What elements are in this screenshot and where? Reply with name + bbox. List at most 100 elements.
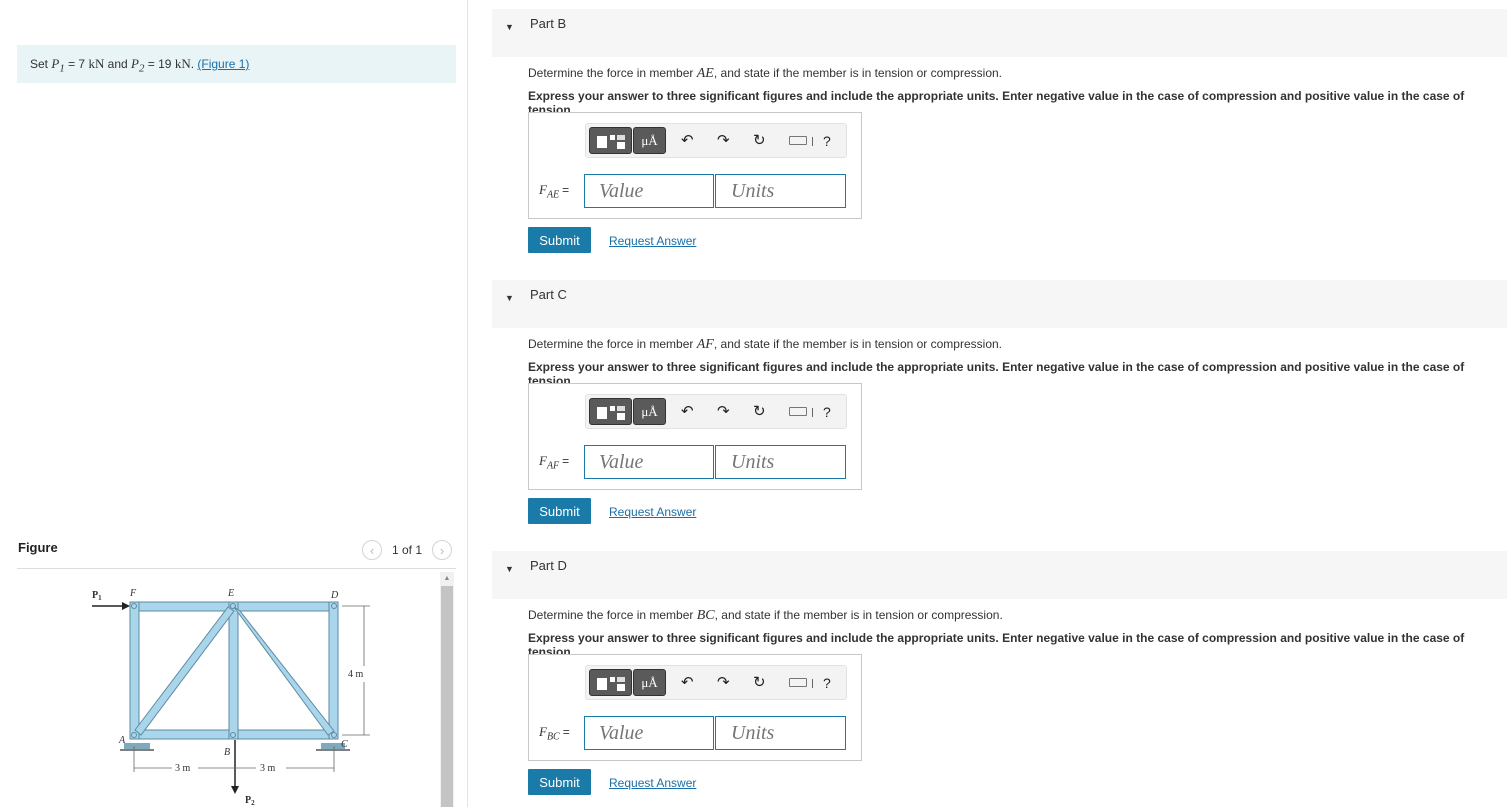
figure-pager: ‹ 1 of 1 › — [362, 540, 453, 560]
undo-icon[interactable]: ↶ — [681, 674, 694, 692]
math-toolbar: μÅ ↶ ↷ ↻ ? — [585, 665, 847, 700]
answer-variable-label: FBC = — [539, 724, 570, 743]
units-icon[interactable]: μÅ — [633, 669, 666, 696]
part-b-title: Part B — [530, 16, 567, 31]
figure-divider — [17, 568, 456, 569]
math-toolbar: μÅ ↶ ↷ ↻ ? — [585, 123, 847, 158]
truss-figure: P1 F E D A B C 3 m 3 m 4 m P2 — [92, 588, 370, 807]
caret-down-icon: ▼ — [505, 22, 514, 32]
figure-scrollbar-thumb[interactable] — [441, 586, 453, 807]
problem-statement: Set P1 = 7 kN and P2 = 19 kN. (Figure 1) — [17, 45, 456, 83]
templates-icon[interactable] — [589, 669, 632, 696]
label-p1: P1 — [92, 590, 102, 602]
keyboard-icon[interactable] — [789, 136, 807, 145]
part-d-title: Part D — [530, 558, 567, 573]
part-c-submit-button[interactable]: Submit — [528, 498, 591, 524]
member-name: AE — [696, 66, 714, 81]
p1-arrowhead — [122, 602, 130, 610]
label-d: D — [330, 590, 339, 601]
help-icon[interactable]: ? — [823, 675, 831, 691]
redo-icon[interactable]: ↷ — [717, 403, 730, 421]
undo-icon[interactable]: ↶ — [681, 403, 694, 421]
part-d-answer-box: μÅ ↶ ↷ ↻ ? FBC = — [528, 654, 862, 761]
figure-title: Figure — [18, 540, 58, 555]
part-c-answer-box: μÅ ↶ ↷ ↻ ? FAF = — [528, 383, 862, 490]
units-icon[interactable]: μÅ — [633, 127, 666, 154]
help-icon[interactable]: ? — [823, 404, 831, 420]
caret-down-icon: ▼ — [505, 293, 514, 303]
part-c-header[interactable]: ▼ Part C — [492, 280, 1507, 328]
set-prefix: Set — [30, 57, 49, 71]
label-f: F — [129, 588, 137, 599]
answer-variable-label: FAE = — [539, 182, 570, 201]
figure-page-count: 1 of 1 — [392, 543, 423, 557]
prev-figure-button[interactable]: ‹ — [362, 540, 382, 560]
answer-variable-label: FAF = — [539, 453, 570, 472]
keyboard-icon[interactable] — [789, 407, 807, 416]
toolbar-separator — [812, 137, 813, 146]
and-text: and — [107, 57, 128, 71]
reset-icon[interactable]: ↻ — [753, 132, 766, 150]
part-d-header[interactable]: ▼ Part D — [492, 551, 1507, 599]
value-input[interactable] — [584, 716, 714, 750]
member-eb — [228, 601, 239, 740]
redo-icon[interactable]: ↷ — [717, 132, 730, 150]
toolbar-separator — [812, 679, 813, 688]
templates-icon[interactable] — [589, 398, 632, 425]
chevron-left-icon: ‹ — [369, 542, 375, 558]
member-ae — [134, 606, 235, 736]
units-input[interactable] — [715, 174, 846, 208]
units-icon[interactable]: μÅ — [633, 398, 666, 425]
label-e: E — [227, 588, 234, 599]
math-toolbar: μÅ ↶ ↷ ↻ ? — [585, 394, 847, 429]
label-p2: P2 — [245, 795, 255, 807]
value-input[interactable] — [584, 174, 714, 208]
part-d-question: Determine the force in member BC, and st… — [528, 608, 1003, 623]
p2-arrowhead — [231, 786, 239, 794]
toolbar-separator — [812, 408, 813, 417]
help-icon[interactable]: ? — [823, 133, 831, 149]
member-name: BC — [696, 608, 715, 623]
part-c-title: Part C — [530, 287, 567, 302]
part-b-request-answer-link[interactable]: Request Answer — [609, 234, 696, 248]
part-c-question: Determine the force in member AF, and st… — [528, 337, 1002, 352]
value-input[interactable] — [584, 445, 714, 479]
part-b-header[interactable]: ▼ Part B — [492, 9, 1507, 57]
figure-link[interactable]: (Figure 1) — [197, 57, 249, 71]
p2-symbol: P2 — [131, 56, 145, 75]
label-c: C — [341, 739, 348, 750]
keyboard-icon[interactable] — [789, 678, 807, 687]
units-input[interactable] — [715, 716, 846, 750]
left-pane: Set P1 = 7 kN and P2 = 19 kN. (Figure 1)… — [0, 0, 468, 807]
p1-value: = 7 — [68, 57, 86, 71]
label-b: B — [224, 747, 230, 758]
units-input[interactable] — [715, 445, 846, 479]
reset-icon[interactable]: ↻ — [753, 674, 766, 692]
period: . — [190, 57, 195, 71]
templates-icon[interactable] — [589, 127, 632, 154]
part-b-answer-box: μÅ ↶ ↷ ↻ ? FAE = — [528, 112, 862, 219]
redo-icon[interactable]: ↷ — [717, 674, 730, 692]
part-b-question: Determine the force in member AE, and st… — [528, 66, 1002, 81]
member-ec — [233, 606, 335, 736]
label-a: A — [118, 735, 126, 746]
part-d-request-answer-link[interactable]: Request Answer — [609, 776, 696, 790]
scroll-up-arrow-icon[interactable]: ▲ — [440, 572, 454, 584]
reset-icon[interactable]: ↻ — [753, 403, 766, 421]
truss-members — [129, 601, 339, 740]
p1-symbol: P1 — [51, 56, 65, 75]
label-dim-left: 3 m — [175, 763, 191, 774]
label-dim-right: 3 m — [260, 763, 276, 774]
p1-unit: kN — [88, 56, 105, 71]
caret-down-icon: ▼ — [505, 564, 514, 574]
part-c-request-answer-link[interactable]: Request Answer — [609, 505, 696, 519]
next-figure-button[interactable]: › — [432, 540, 453, 560]
chevron-right-icon: › — [439, 542, 445, 558]
member-dc — [328, 601, 339, 740]
label-dim-height: 4 m — [348, 669, 364, 680]
undo-icon[interactable]: ↶ — [681, 132, 694, 150]
member-af — [129, 601, 140, 740]
part-d-submit-button[interactable]: Submit — [528, 769, 591, 795]
member-name: AF — [696, 337, 714, 352]
part-b-submit-button[interactable]: Submit — [528, 227, 591, 253]
